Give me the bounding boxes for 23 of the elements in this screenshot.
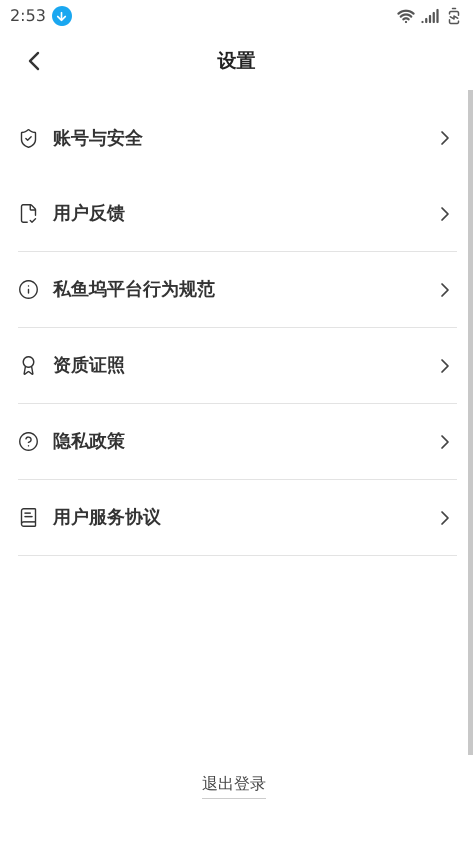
status-time: 2:53 <box>10 5 46 27</box>
help-icon <box>18 431 39 452</box>
settings-row[interactable]: 私鱼坞平台行为规范 <box>18 252 457 328</box>
logout-link[interactable]: 退出登录 <box>202 772 266 799</box>
settings-row[interactable]: 用户服务协议 <box>18 480 457 556</box>
info-icon <box>18 279 39 300</box>
shield-check-icon <box>18 128 39 148</box>
row-label: 用户反馈 <box>53 202 126 226</box>
row-label: 账号与安全 <box>53 126 144 150</box>
wifi-icon <box>397 7 415 25</box>
row-label: 私鱼坞平台行为规范 <box>53 278 216 302</box>
signal-icon <box>421 7 439 25</box>
document-check-icon <box>18 203 39 224</box>
row-label: 用户服务协议 <box>53 506 162 530</box>
row-label: 隐私政策 <box>53 430 126 454</box>
settings-row[interactable]: 资质证照 <box>18 328 457 404</box>
settings-row[interactable]: 隐私政策 <box>18 404 457 480</box>
settings-row[interactable]: 用户反馈 <box>18 176 457 252</box>
book-icon <box>18 507 39 528</box>
row-label: 资质证照 <box>53 354 126 378</box>
download-icon <box>52 6 72 26</box>
settings-row[interactable]: 账号与安全 <box>18 100 457 176</box>
page-title: 设置 <box>218 48 256 74</box>
